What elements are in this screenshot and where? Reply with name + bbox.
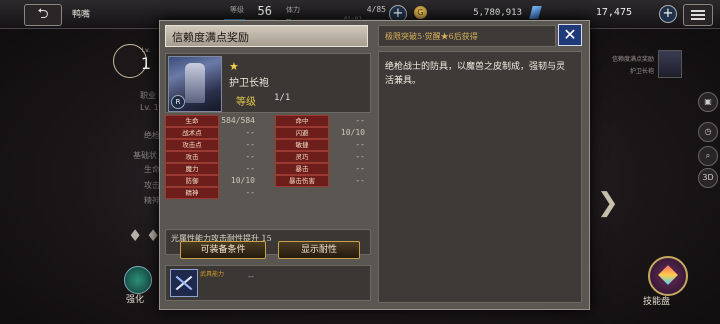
close-button[interactable]: ✕ [558,24,582,46]
skill-panel-icon [648,256,688,296]
equip-conditions-button[interactable]: 可装备条件 [180,241,266,259]
stat-value-acc: -- [355,116,365,125]
reward-preview-name: 护卫长袍 [629,68,654,75]
trust-reward-modal: 信赖度满点奖励 R ★ 护卫长袍 等级 1/1 生命 584/584 战术点 -… [159,20,590,310]
main-menu-button[interactable] [683,4,713,26]
stat-label-ap: 攻击点 [165,139,219,151]
unlock-condition-header: 极限突破5·觉醒★6后获得 [378,25,556,47]
plus-icon: + [392,6,404,21]
enhance-button[interactable]: 强化 [120,266,156,310]
crossed-swords-icon [170,269,198,297]
modal-title-bar: 信赖度满点奖励 [165,25,368,47]
stat-label-tp: 战术点 [165,127,219,139]
stat-label-def: 防御 [165,175,219,187]
stat-value-agi: -- [355,140,365,149]
stat-value-crit: -- [355,164,365,173]
level-value: 56 [257,4,272,18]
crystal-icon: ♦ [128,226,143,245]
stat-value-def: 10/10 [230,176,255,185]
item-name: 护卫长袍 [229,78,269,89]
item-level-label: 等级 [236,97,256,108]
stat-value-hp: 584/584 [221,116,255,125]
reward-preview-title: 信赖度满点奖励 [611,56,654,63]
player-name: 鸭嘴 [72,10,91,20]
stamina-value: 4/85 [366,5,386,14]
stat-label-hp: 生命 [165,115,219,127]
stat-value-mag: -- [245,164,255,173]
stat-value-spr: -- [245,188,255,197]
stat-value-dex: -- [355,152,365,161]
item-portrait: R [168,56,222,112]
clock-icon[interactable]: ◷ [698,122,718,142]
item-card: R ★ 护卫长袍 等级 1/1 [165,53,371,113]
stat-label-dex: 灵巧 [275,151,329,163]
reward-preview-thumbnail [658,50,682,78]
stat-value-atk: -- [245,152,255,161]
hamburger-icon [691,10,705,12]
stat-value-eva: 10/10 [340,128,365,137]
ability-label: 武具能力 [200,271,225,278]
robe-icon [185,63,205,103]
ability-value: -- [248,272,254,281]
next-arrow-icon[interactable]: ❯ [597,188,619,218]
stat-label-acc: 命中 [275,115,329,127]
bg-label-lv: Lv. 1 [140,103,159,112]
lapis-gem-icon [529,6,542,19]
stat-label-eva: 闪避 [275,127,329,139]
stat-label-spr: 精神 [165,187,219,199]
reward-preview[interactable]: 信赖度满点奖励 护卫长袍 [596,48,688,80]
stat-value-tp: -- [245,128,255,137]
item-description: 绝枪战士的防具，以魔兽之皮制成，强韧与灵活兼具。 [385,62,566,86]
rarity-star-icon: ★ [229,60,239,73]
stat-value-ap: -- [245,140,255,149]
stat-label-crit: 暴击 [275,163,329,175]
rarity-badge: R [171,95,185,109]
stat-label-agi: 敏捷 [275,139,329,151]
bg-label-hp: 生命 [144,165,160,174]
add-gem-button[interactable]: + [659,5,677,23]
zoom-icon[interactable]: ⌕ [698,146,718,166]
gem-value: 17,475 [595,7,632,18]
stat-value-crit-dmg: -- [355,176,365,185]
gil-value: 5,780,913 [473,8,522,18]
plus-icon: + [662,6,674,21]
skill-panel-button[interactable]: 技能盘 [640,256,692,316]
description-box: 绝枪战士的防具，以魔兽之皮制成，强韧与灵活兼具。 [378,51,582,303]
skill-panel-label: 技能盘 [643,297,671,307]
character-level-badge: Lv. 1 [113,44,151,78]
bg-label-basic: 基础状 [133,151,157,160]
camera-icon[interactable]: ▣ [698,92,718,112]
level-label: 等级 [230,6,244,14]
unlock-condition-text: 极限突破5·觉醒★6后获得 [385,32,478,41]
item-level-value: 1/1 [274,93,291,103]
enhance-icon [124,266,152,294]
enhance-label: 强化 [126,295,145,305]
back-button[interactable]: ⮌ [24,4,62,26]
close-icon: ✕ [563,25,577,44]
bg-label-job: 职业 [140,91,156,100]
bg-label-atk: 攻击 [144,181,160,190]
back-arrow-icon: ⮌ [37,6,49,22]
stat-label-crit-dmg: 暴击伤害 [275,175,329,187]
stamina-label: 体力 [286,6,300,14]
3d-icon[interactable]: 3D [698,168,718,188]
modal-title: 信赖度满点奖励 [172,31,249,44]
stat-label-mag: 魔力 [165,163,219,175]
show-resistance-button[interactable]: 显示耐性 [278,241,360,259]
bg-label-class: 绝枪 [144,131,160,140]
equipment-ability-card: 武具能力 -- [165,265,371,301]
item-detail-column: R ★ 护卫长袍 等级 1/1 生命 584/584 战术点 -- 攻击点 --… [165,49,371,301]
stat-label-atk: 攻击 [165,151,219,163]
gil-coin-icon: G [414,6,427,19]
bg-label-spr: 精神 [144,196,160,205]
